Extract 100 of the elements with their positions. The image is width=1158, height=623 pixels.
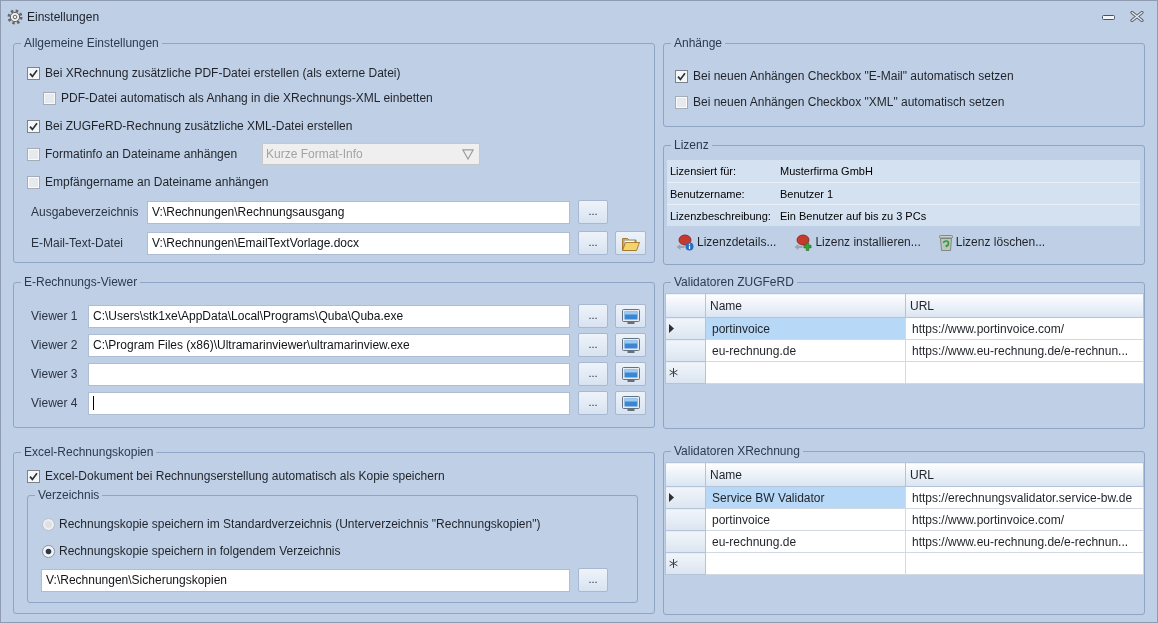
trash-icon (938, 233, 953, 251)
info-value: Benutzer 1 (780, 187, 834, 200)
caret-down-icon (462, 148, 474, 160)
path-field[interactable]: V:\Rechnungen\Sicherungskopien (41, 568, 570, 592)
checkbox[interactable] (27, 175, 40, 189)
checkbox[interactable] (27, 66, 40, 80)
group-title: Lizenz (673, 138, 710, 152)
group-title: Anhänge (673, 36, 724, 50)
radio-button[interactable] (42, 517, 55, 531)
table-cell[interactable]: portinvoice (705, 508, 906, 531)
browse-button[interactable]: ... (578, 333, 608, 357)
group-title: E-Rechnungs-Viewer (23, 275, 139, 289)
browse-button[interactable]: ... (578, 304, 608, 328)
checkbox-label[interactable]: Bei neuen Anhängen Checkbox "E-Mail" automatisch setzen (693, 69, 1014, 83)
radio-label[interactable]: Rechnungskopie speichern in folgendem Verzeichnis (59, 544, 341, 558)
row-header[interactable] (665, 317, 706, 340)
column-header[interactable]: URL (905, 293, 1144, 318)
table-cell[interactable]: https://www.eu-rechnung.de/e-rechnun... (905, 530, 1144, 553)
checkbox[interactable] (27, 469, 40, 483)
column-header[interactable]: Name (705, 462, 906, 487)
group-title: Validatoren XRechnung (673, 444, 801, 458)
checkbox-label[interactable]: Bei ZUGFeRD-Rechnung zusätzliche XML-Datei erstellen (45, 119, 353, 133)
table-cell[interactable]: https://www.portinvoice.com/ (905, 317, 1144, 340)
gear-icon (7, 9, 23, 25)
table-cell[interactable]: eu-rechnung.de (705, 530, 906, 553)
action-link[interactable]: Lizenz installieren... (794, 233, 921, 251)
checkbox[interactable] (675, 95, 688, 109)
table-cell[interactable]: https://www.eu-rechnung.de/e-rechnun... (905, 339, 1144, 362)
group-title: Excel-Rechnungskopien (23, 445, 155, 459)
folder-icon (621, 235, 640, 251)
row-header[interactable] (665, 486, 706, 509)
table-cell[interactable] (905, 361, 1144, 384)
field-label: Viewer 2 (30, 338, 79, 352)
checkbox-label[interactable]: PDF-Datei automatisch als Anhang in die XRechnungs-XML einbetten (61, 91, 433, 105)
field-label: Viewer 1 (30, 309, 79, 323)
checkbox[interactable] (27, 147, 40, 161)
browse-button[interactable]: ... (578, 391, 608, 415)
radio-label[interactable]: Rechnungskopie speichern im Standardverzeichnis (Unterverzeichnis "Rechnungskopien") (59, 517, 541, 531)
column-header[interactable]: Name (705, 293, 906, 318)
column-header[interactable]: URL (905, 462, 1144, 487)
table-cell[interactable]: eu-rechnung.de (705, 339, 906, 362)
close-icon[interactable] (1130, 10, 1144, 22)
info-label: Lizensiert für: (669, 165, 738, 177)
checkbox[interactable] (675, 69, 688, 83)
browse-button[interactable]: ... (578, 231, 608, 255)
info-value: Musterfirma GmbH (780, 165, 873, 177)
radio-button[interactable] (42, 544, 55, 558)
checkbox-label[interactable]: Formatinfo an Dateiname anhängen (45, 147, 262, 161)
monitor-icon (621, 395, 640, 411)
path-field[interactable]: V:\Rechnungen\EmailTextVorlage.docx (147, 231, 570, 255)
table-cell[interactable]: https://erechnungsvalidator.service-bw.de (905, 486, 1144, 509)
info-value: Ein Benutzer auf bis zu 3 PCs (780, 209, 927, 222)
path-field[interactable]: V:\Rechnungen\Rechnungsausgang (147, 200, 570, 224)
browse-button[interactable]: ... (578, 200, 608, 224)
viewer-button[interactable] (615, 362, 646, 386)
checkbox-label[interactable]: Bei XRechnung zusätzliche PDF-Datei erstellen (als externe Datei) (45, 66, 401, 80)
monitor-icon (621, 308, 640, 324)
seal-info-icon (676, 233, 694, 251)
asterisk-icon (669, 559, 678, 568)
info-label: Benutzername: (669, 187, 746, 200)
table-cell[interactable]: https://www.portinvoice.com/ (905, 508, 1144, 531)
checkbox-label[interactable]: Bei neuen Anhängen Checkbox "XML" automatisch setzen (693, 95, 1005, 109)
viewer-button[interactable] (615, 333, 646, 357)
checkbox[interactable] (43, 91, 56, 105)
table-cell[interactable]: portinvoice (705, 317, 906, 340)
browse-button[interactable]: ... (578, 362, 608, 386)
action-link[interactable]: Lizenz löschen... (938, 233, 1046, 251)
header-corner (665, 462, 706, 487)
browse-button[interactable]: ... (578, 568, 608, 592)
path-field[interactable]: C:\Program Files (x86)\Ultramarinviewer\ultramarinview.exe (88, 333, 570, 357)
info-label: Lizenzbeschreibung: (669, 209, 772, 222)
seal-plus-icon (794, 233, 813, 251)
field-label: Viewer 4 (30, 396, 79, 410)
checkbox-label[interactable]: Excel-Dokument bei Rechnungserstellung automatisch als Kopie speichern (45, 469, 445, 483)
table-cell[interactable]: Service BW Validator (705, 486, 906, 509)
asterisk-icon (669, 368, 678, 377)
table-cell[interactable] (705, 361, 906, 384)
viewer-button[interactable] (615, 304, 646, 328)
field-label: Ausgabeverzeichnis (30, 205, 140, 219)
monitor-icon (621, 366, 640, 382)
monitor-icon (621, 337, 640, 353)
header-corner (665, 293, 706, 318)
checkbox[interactable] (27, 119, 40, 133)
window-title: Einstellungen (27, 10, 100, 24)
row-header[interactable] (665, 552, 706, 575)
open-folder-button[interactable] (615, 231, 646, 255)
group-title: Validatoren ZUGFeRD (673, 275, 795, 289)
action-link[interactable]: Lizenzdetails... (676, 233, 777, 251)
table-cell[interactable] (705, 552, 906, 575)
minimize-icon[interactable] (1102, 15, 1115, 20)
table-cell[interactable] (905, 552, 1144, 575)
viewer-button[interactable] (615, 391, 646, 415)
checkbox-label[interactable]: Empfängername an Dateiname anhängen (45, 175, 269, 189)
path-field[interactable]: C:\Users\stk1xe\AppData\Local\Programs\Quba\Quba.exe (88, 304, 570, 328)
field-label: E-Mail-Text-Datei (30, 236, 124, 250)
path-field[interactable] (88, 391, 570, 415)
group-title: Allgemeine Einstellungen (23, 36, 160, 50)
path-field[interactable] (88, 362, 570, 386)
row-header[interactable] (665, 361, 706, 384)
field-label: Viewer 3 (30, 367, 79, 381)
